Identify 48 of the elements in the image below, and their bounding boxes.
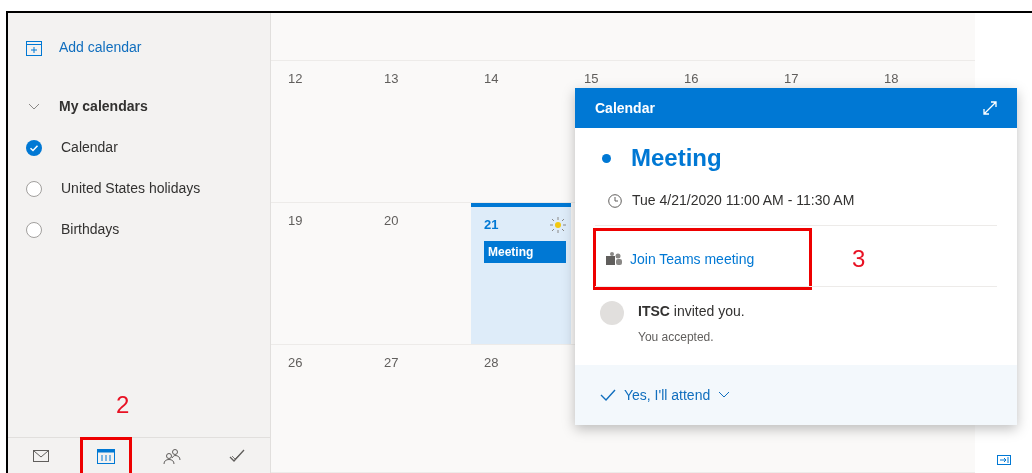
organizer-avatar [600, 301, 624, 325]
add-calendar-link[interactable]: Add calendar [59, 37, 142, 58]
response-button[interactable]: Yes, I'll attend [600, 384, 731, 406]
day-number: 28 [484, 354, 499, 372]
checked-radio-icon[interactable] [26, 139, 42, 156]
bullet-icon [602, 153, 611, 163]
day-number: 13 [384, 70, 399, 88]
add-calendar-icon [26, 39, 42, 56]
expand-icon[interactable] [983, 101, 997, 115]
radio-icon[interactable] [26, 180, 42, 197]
day-number: 14 [484, 70, 499, 88]
join-meeting-link[interactable]: Join Teams meeting [630, 248, 755, 270]
check-icon [600, 389, 616, 401]
day-number: 19 [288, 212, 303, 230]
clock-icon [608, 193, 622, 208]
radio-icon[interactable] [26, 221, 42, 238]
day-number: 16 [684, 70, 699, 88]
calendar-name[interactable]: Birthdays [61, 219, 120, 240]
day-number: 20 [384, 212, 399, 230]
annotation-box [80, 437, 132, 473]
annotation-number: 3 [852, 244, 866, 274]
calendar-name[interactable]: United States holidays [61, 178, 201, 199]
group-label[interactable]: My calendars [59, 96, 148, 117]
check-icon[interactable] [229, 448, 246, 463]
mail-icon[interactable] [32, 449, 49, 462]
sun-icon [550, 216, 566, 233]
calendar-icon[interactable] [97, 447, 116, 464]
people-icon[interactable] [162, 447, 181, 464]
popup-title: Calendar [595, 98, 655, 118]
organizer-text: ITSC invited you. [638, 302, 745, 321]
event-title: Meeting [631, 143, 722, 173]
event-chip[interactable]: Meeting [484, 240, 566, 263]
panel-toggle-icon[interactable] [996, 455, 1011, 465]
people-icon [606, 252, 622, 266]
day-number: 17 [784, 70, 799, 88]
calendar-name[interactable]: Calendar [61, 137, 118, 158]
annotation-number: 2 [116, 391, 130, 418]
response-status: You accepted. [638, 329, 715, 346]
day-number: 15 [584, 70, 599, 88]
chevron-icon [718, 391, 731, 399]
event-time: Tue 4/21/2020 11:00 AM - 11:30 AM [632, 191, 855, 210]
day-number: 27 [384, 354, 399, 372]
day-number: 26 [288, 354, 303, 372]
day-number: 12 [288, 70, 303, 88]
selected-day-cell[interactable]: 21 Meeting [471, 203, 571, 344]
chevron-icon[interactable] [28, 102, 40, 111]
day-number: 21 [484, 216, 499, 234]
day-number: 18 [884, 70, 899, 88]
